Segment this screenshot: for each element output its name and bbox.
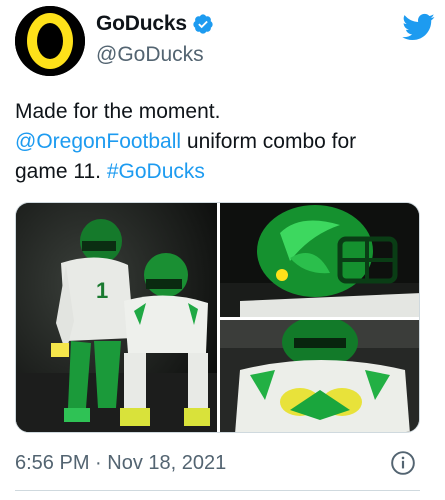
player-gloves-wing-photo[interactable]	[220, 320, 419, 432]
twitter-bird-icon[interactable]	[401, 10, 435, 44]
user-names: GoDucks @GoDucks	[96, 11, 214, 67]
display-name-row: GoDucks	[96, 11, 214, 37]
two-players-uniform-photo[interactable]: 1	[16, 203, 217, 432]
tweet-line-1: Made for the moment.	[15, 100, 221, 123]
tweet-line-2: @OregonFootball uniform combo for	[15, 127, 430, 157]
media-grid: 1	[15, 202, 420, 433]
tweet-header: GoDucks @GoDucks	[15, 6, 435, 76]
tweet-line-3: game 11. #GoDucks	[15, 157, 430, 187]
tweet-footer: 6:56 PM · Nov 18, 2021	[15, 448, 420, 478]
hashtag-link[interactable]: #GoDucks	[107, 160, 205, 183]
info-icon[interactable]	[390, 450, 416, 476]
user-handle[interactable]: @GoDucks	[96, 43, 214, 67]
timestamp[interactable]: 6:56 PM · Nov 18, 2021	[15, 452, 226, 475]
svg-text:1: 1	[96, 278, 108, 303]
oregon-o-logo-icon	[15, 6, 85, 76]
helmet-side-closeup-photo[interactable]	[220, 203, 419, 317]
tweet-text: Made for the moment. @OregonFootball uni…	[15, 97, 430, 187]
tweet-line-2-text: uniform combo for	[181, 130, 357, 153]
verified-badge-icon	[193, 14, 213, 34]
avatar[interactable]	[15, 6, 85, 76]
display-name[interactable]: GoDucks	[96, 12, 187, 36]
tweet-line-3-text: game 11.	[15, 160, 107, 183]
mention-link[interactable]: @OregonFootball	[15, 130, 181, 153]
divider	[15, 490, 420, 491]
